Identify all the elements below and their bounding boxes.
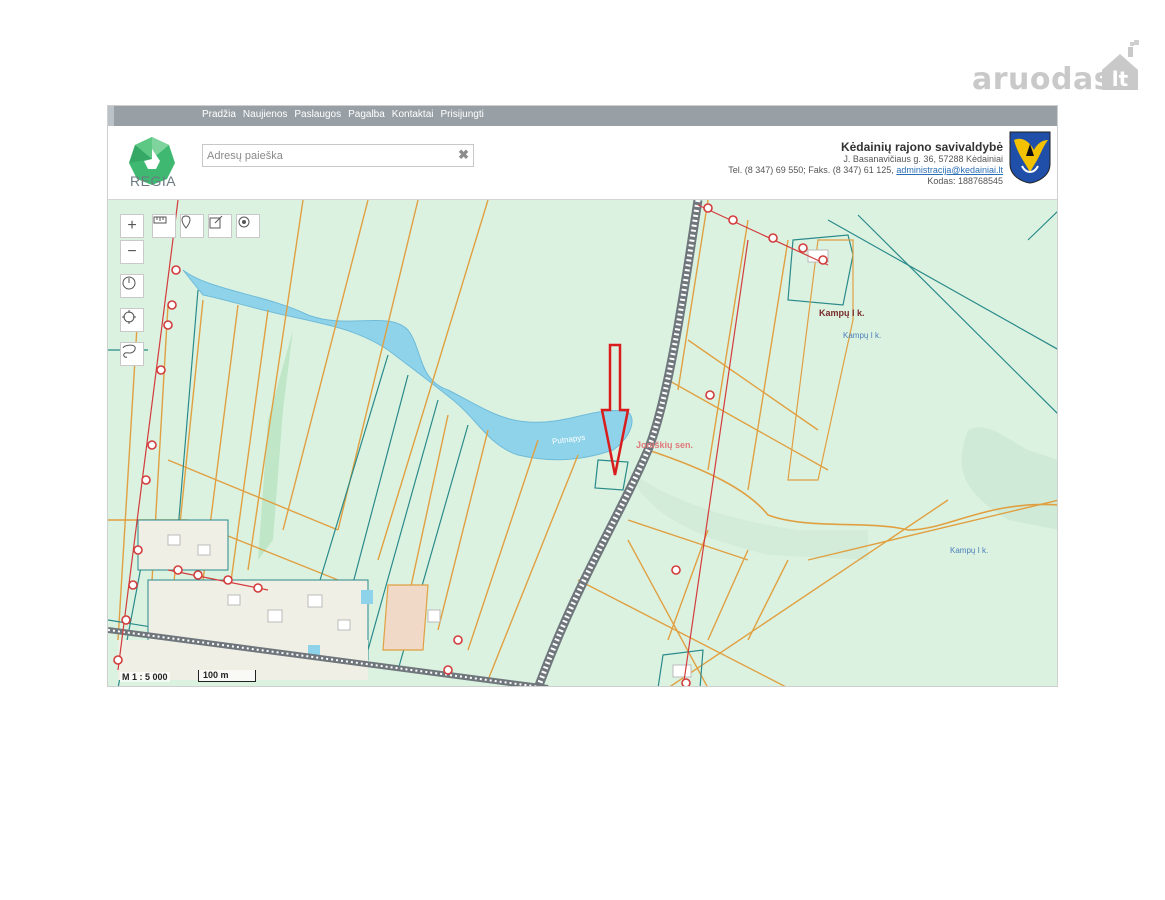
- map-scale-ratio: M 1 : 5 000: [120, 672, 170, 682]
- crosshair-icon: [122, 310, 136, 324]
- watermark-domain: lt: [1112, 67, 1129, 91]
- measure-button[interactable]: [152, 214, 176, 238]
- zoom-in-button[interactable]: +: [120, 214, 144, 238]
- green-strip: [258, 330, 293, 560]
- address-search[interactable]: ✖: [202, 144, 474, 167]
- village-label-south: Kampų I k.: [950, 546, 989, 555]
- zoom-out-button[interactable]: −: [120, 240, 144, 264]
- nav-login[interactable]: Prisijungti: [441, 109, 484, 120]
- crosshair-button[interactable]: [120, 308, 144, 332]
- edit-icon: [209, 215, 223, 229]
- target-arrow: [600, 343, 630, 476]
- locate-button[interactable]: [236, 214, 260, 238]
- map-view[interactable]: Kampų I k. Kampų I k. Kampų I k. Putnapy…: [108, 200, 1058, 687]
- municipality-address: J. Basanavičiaus g. 36, 57288 Kėdainiai: [843, 154, 1003, 164]
- nav-news[interactable]: Naujienos: [243, 109, 287, 120]
- cadastral-map-svg[interactable]: [108, 200, 1058, 687]
- address-search-input[interactable]: [203, 145, 457, 166]
- ruler-icon: [153, 216, 167, 224]
- marker-button[interactable]: [180, 214, 204, 238]
- municipality-phone: Tel. (8 347) 69 550; Faks. (8 347) 61 12…: [728, 165, 894, 175]
- nav-home[interactable]: Pradžia: [202, 109, 236, 120]
- lasso-button[interactable]: [120, 342, 144, 366]
- built-up-parcels: [118, 249, 829, 680]
- clear-search-icon[interactable]: ✖: [458, 147, 469, 163]
- terrain-patch: [628, 470, 868, 560]
- nav-services[interactable]: Paslaugos: [294, 109, 341, 120]
- edit-button[interactable]: [208, 214, 232, 238]
- top-navigation: Pradžia Naujienos Paslaugos Pagalba Kont…: [108, 106, 1057, 126]
- nav-contacts[interactable]: Kontaktai: [392, 109, 434, 120]
- house-logo-icon: lt: [1102, 40, 1139, 91]
- marker-icon: [181, 215, 191, 229]
- area-red-label: Joniškių sen.: [636, 440, 694, 450]
- power-button[interactable]: [120, 274, 144, 298]
- aruodas-watermark: aruodas lt: [972, 40, 1152, 97]
- municipality-contacts: Tel. (8 347) 69 550; Faks. (8 347) 61 12…: [643, 165, 1003, 176]
- village-label: Kampų I k.: [819, 308, 865, 318]
- municipality-email-link[interactable]: administracija@kedainiai.lt: [896, 165, 1003, 175]
- coat-of-arms-icon: [1009, 131, 1051, 184]
- municipality-info: Kėdainių rajono savivaldybė J. Basanavič…: [643, 140, 1003, 187]
- watermark-brand: aruodas: [972, 62, 1113, 97]
- lasso-icon: [122, 344, 136, 358]
- municipality-name: Kėdainių rajono savivaldybė: [840, 140, 1003, 154]
- nav-help[interactable]: Pagalba: [348, 109, 385, 120]
- regia-logo-text: REGIA: [130, 173, 177, 189]
- village-label-small: Kampų I k.: [843, 331, 882, 340]
- pond-water: [182, 269, 633, 461]
- locate-icon: [238, 216, 250, 228]
- header: REGIA ✖ Kėdainių rajono savivaldybė J. B…: [108, 126, 1057, 200]
- regia-window: Pradžia Naujienos Paslaugos Pagalba Kont…: [107, 105, 1058, 687]
- municipality-code: Kodas: 188768545: [927, 176, 1003, 186]
- map-scale-bar: 100 m: [198, 670, 256, 682]
- power-icon: [122, 276, 136, 290]
